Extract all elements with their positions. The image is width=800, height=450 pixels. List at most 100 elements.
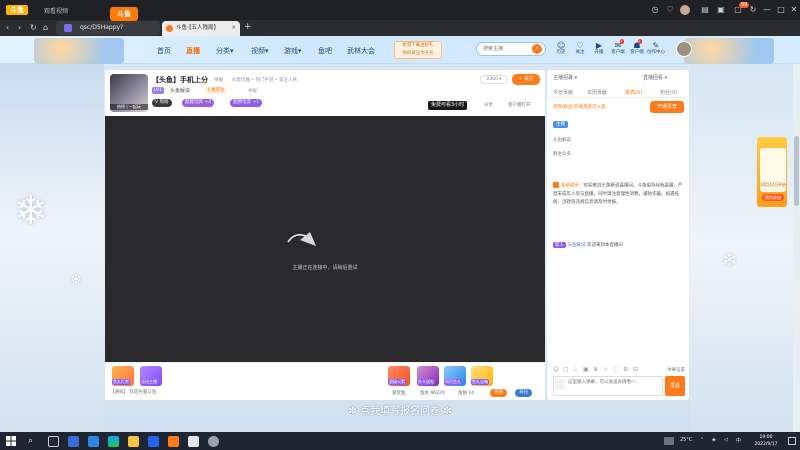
client-button[interactable]: ☗ 客户端 xyxy=(628,41,646,56)
streamer-nickname[interactable]: 头鱼解说 xyxy=(170,87,190,94)
user-avatar[interactable] xyxy=(676,41,692,57)
task-view-icon[interactable] xyxy=(48,436,59,447)
user-avatar-icon[interactable] xyxy=(680,5,690,15)
replay-link[interactable]: 直播回看 ▾ xyxy=(643,74,667,81)
star-icon[interactable]: ☆ xyxy=(603,366,610,373)
address-bar[interactable]: qsc/D5Happy?rid=4768139 xyxy=(56,21,160,45)
client-open-button[interactable]: 客户端打开 xyxy=(508,102,531,108)
page-scrollbar[interactable] xyxy=(793,64,800,432)
backpack-button[interactable]: 背包 xyxy=(515,389,532,397)
ime-indicator[interactable]: 中 xyxy=(736,437,741,444)
taskbar-app-icon[interactable] xyxy=(68,436,79,447)
trash-icon[interactable]: ⊟ xyxy=(633,366,640,373)
gift-box-icon[interactable]: ▣ xyxy=(583,366,590,373)
reload-icon[interactable]: ↻ xyxy=(30,23,37,32)
clock-date: 2022/9/17 xyxy=(754,442,778,447)
follow-button[interactable]: + 关注 xyxy=(512,74,540,85)
crown-icon[interactable]: ♛ xyxy=(593,366,600,373)
volume-icon[interactable]: ◁ xyxy=(724,437,728,443)
chat-input[interactable] xyxy=(553,376,663,396)
douyu-taskbar-icon[interactable] xyxy=(168,436,179,447)
anchor-recruit-link[interactable]: 主播招募 ▾ xyxy=(553,74,577,81)
nav-games[interactable]: 游戏▾ xyxy=(284,46,302,56)
newbie-badge: 新人 xyxy=(553,242,566,248)
maximize-icon[interactable]: □ xyxy=(776,5,786,15)
browser-tab-active[interactable]: 斗鱼·【五人残局】 ✕ xyxy=(162,21,240,36)
edge-browser-icon[interactable] xyxy=(108,436,119,447)
heart-icon[interactable]: ♡ xyxy=(665,5,675,15)
network-icon[interactable]: ◈ xyxy=(712,437,716,443)
gift-icon[interactable]: ▣ xyxy=(716,5,726,15)
nav-video[interactable]: 视频▾ xyxy=(251,46,269,56)
new-tab-button[interactable]: + xyxy=(244,22,252,32)
video-player[interactable] xyxy=(105,116,545,362)
toy-pill[interactable]: 超能玩具 +4 xyxy=(182,99,215,107)
site-logo[interactable]: 斗鱼 xyxy=(110,7,138,21)
settings-icon[interactable]: ⚙ xyxy=(623,366,630,373)
bag-icon[interactable]: ▢ xyxy=(563,366,570,373)
creator-center-button[interactable]: ✎ 创作中心 xyxy=(647,41,665,56)
chat-bubble-icon[interactable]: ◌ xyxy=(613,366,620,373)
start-live-button[interactable]: ▶ 开播 xyxy=(590,41,608,56)
site-favicon-icon xyxy=(64,24,72,32)
open-vip-button[interactable]: 开通贵宾 xyxy=(650,101,684,113)
fan-badge-icon[interactable] xyxy=(555,379,565,389)
home-icon[interactable]: ⌂ xyxy=(43,23,48,32)
room-id[interactable]: 2360 ▾ xyxy=(480,75,508,84)
share-button[interactable]: 分享 xyxy=(484,102,493,108)
tab-fans[interactable]: 粉丝(0) xyxy=(660,89,677,96)
taskbar-app-icon[interactable] xyxy=(148,436,159,447)
nav-live[interactable]: 直播 xyxy=(186,46,200,56)
search-icon[interactable]: ⌕ xyxy=(532,44,542,54)
free-watch-badge[interactable]: 免费可看3小时 xyxy=(428,101,468,110)
tab-today-contribution[interactable]: 今日贡献 xyxy=(553,89,573,96)
messages-button[interactable]: ✉ 客户端 xyxy=(609,41,627,56)
anchor-badge: 主播 xyxy=(553,121,568,128)
nav-wulin[interactable]: 武林大会 xyxy=(347,46,375,56)
clock-icon[interactable]: ◷ xyxy=(650,5,660,15)
weekly-rank-pill[interactable]: V 周榜 xyxy=(152,99,172,107)
nav-category[interactable]: 分类▾ xyxy=(216,46,234,56)
fire-icon[interactable]: ♨ xyxy=(573,366,580,373)
forward-icon[interactable]: › xyxy=(18,23,21,32)
shirt-icon[interactable]: ▤ xyxy=(700,5,710,15)
danmu-settings[interactable]: 弹幕设置 xyxy=(667,367,685,373)
tray-chevron-icon[interactable]: ⌃ xyxy=(700,437,704,443)
back-icon[interactable]: ‹ xyxy=(6,23,9,32)
tab-close-icon[interactable]: ✕ xyxy=(231,21,236,36)
taskbar-app-icon[interactable] xyxy=(88,436,99,447)
close-icon[interactable]: ✕ xyxy=(789,5,799,15)
tab-vip[interactable]: 贵宾(0) xyxy=(625,89,642,96)
refresh-icon[interactable]: ↻ xyxy=(748,5,758,15)
taskbar-app-icon[interactable] xyxy=(208,436,219,447)
emoji-icon[interactable]: ☺ xyxy=(553,366,560,373)
breadcrumb[interactable]: 彩蛋优雅 • 热门手游 • 第五人格 xyxy=(232,77,297,83)
notification-center-icon[interactable] xyxy=(788,437,796,445)
nav-home[interactable]: 首页 xyxy=(157,46,171,56)
music-pill[interactable]: 超燃电音 +1 xyxy=(230,99,263,107)
history-button[interactable]: ☺ 历史 xyxy=(552,41,570,56)
report-button[interactable]: 举报 xyxy=(248,88,257,94)
send-button[interactable]: 发送 xyxy=(665,376,685,396)
nav-fishbar[interactable]: 鱼吧 xyxy=(318,46,332,56)
play-icon: ▶ xyxy=(595,41,603,50)
system-clock[interactable]: 19:00 2022/9/17 xyxy=(748,434,784,448)
follow-list-button[interactable]: ♡ 关注 xyxy=(571,41,589,56)
report-link[interactable]: 举报 xyxy=(214,77,223,83)
welcome-text: 欢迎来到本直播间 xyxy=(586,243,623,248)
welcome-user[interactable]: 头鱼解说 xyxy=(567,243,585,248)
tab-week-contribution[interactable]: 本周贡献 xyxy=(587,89,607,96)
file-explorer-icon[interactable] xyxy=(128,436,139,447)
weather-icon[interactable] xyxy=(664,437,674,445)
minimize-icon[interactable]: — xyxy=(762,5,772,15)
windows-start-icon[interactable] xyxy=(6,436,16,446)
scrollbar-thumb[interactable] xyxy=(794,136,799,206)
promo-banner[interactable]: 新游下载送好礼 你的爱豆大礼包 xyxy=(394,41,442,59)
floating-ad-button[interactable]: 预约参加 xyxy=(762,194,784,201)
recommend-tag[interactable]: 1 推荐位 xyxy=(205,87,227,94)
recharge-button[interactable]: 充值 xyxy=(490,389,507,397)
temperature[interactable]: 25°C xyxy=(680,437,692,443)
search-taskbar-icon[interactable]: ⌕ xyxy=(28,436,39,447)
taskbar-app-icon[interactable] xyxy=(188,436,199,447)
questionnaire-banner[interactable]: ✻ 点我填写报名问卷 ✻ xyxy=(200,402,600,417)
